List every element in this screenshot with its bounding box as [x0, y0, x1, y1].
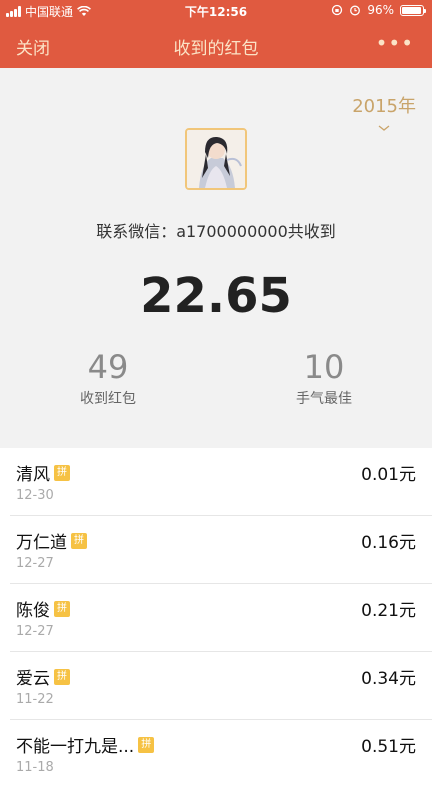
chevron-down-icon — [378, 125, 390, 131]
group-badge: 拼 — [54, 668, 70, 685]
list-item[interactable]: 清风 拼 12-30 0.01元 — [10, 448, 432, 516]
record-date: 12-27 — [16, 624, 54, 639]
best-count: 10 — [303, 348, 345, 386]
nav-bar: 关闭 收到的红包 ••• — [0, 22, 432, 68]
list-item[interactable]: 万仁道 拼 12-27 0.16元 — [10, 516, 432, 584]
total-amount: 22.65 — [140, 268, 292, 324]
list-item[interactable]: 不能一打九是... 拼 11-18 0.51元 — [10, 720, 432, 788]
received-stat: 49 收到红包 — [48, 348, 168, 408]
year-selector[interactable]: 2015年 — [352, 92, 416, 134]
avatar — [185, 128, 247, 190]
record-date: 11-22 — [16, 692, 54, 707]
record-date: 12-27 — [16, 556, 54, 571]
received-count: 49 — [87, 348, 129, 386]
alarm-icon — [350, 5, 361, 16]
record-amount: 0.34元 — [361, 669, 416, 689]
sender-name: 万仁道 — [16, 533, 67, 553]
group-badge: 拼 — [54, 464, 70, 481]
record-list: 清风 拼 12-30 0.01元 万仁道 拼 12-27 0.16元 陈俊 拼 … — [0, 448, 432, 788]
record-amount: 0.51元 — [361, 737, 416, 757]
record-amount: 0.01元 — [361, 465, 416, 485]
list-item[interactable]: 陈俊 拼 12-27 0.21元 — [10, 584, 432, 652]
group-badge: 拼 — [138, 736, 155, 753]
battery-percent: 96% — [367, 3, 394, 17]
record-amount: 0.21元 — [361, 601, 416, 621]
sender-name: 陈俊 — [16, 601, 50, 621]
status-bar: 中国联通 下午12:56 96% — [0, 0, 432, 22]
sender-name: 清风 — [16, 465, 50, 485]
best-luck-stat: 10 手气最佳 — [264, 348, 384, 408]
record-date: 12-30 — [16, 488, 54, 503]
avatar-image — [187, 130, 245, 188]
sender-name: 不能一打九是... — [16, 737, 135, 757]
rotation-lock-icon — [332, 4, 343, 16]
best-label: 手气最佳 — [296, 391, 352, 407]
sender-line: 联系微信：a1700000000共收到 — [96, 222, 336, 241]
more-button[interactable]: ••• — [376, 33, 414, 53]
summary-panel: 2015年 联系微信：a1700000000共收到 22.65 49 收到红包 … — [0, 68, 432, 448]
group-badge: 拼 — [71, 532, 87, 549]
sender-name: 爱云 — [16, 669, 50, 689]
record-amount: 0.16元 — [361, 533, 416, 553]
received-label: 收到红包 — [80, 391, 136, 407]
year-label: 2015年 — [352, 96, 416, 117]
battery-fill — [402, 6, 422, 14]
list-item[interactable]: 爱云 拼 11-22 0.34元 — [10, 652, 432, 720]
page-title: 收到的红包 — [173, 39, 259, 59]
battery-icon — [400, 4, 426, 16]
group-badge: 拼 — [54, 600, 70, 617]
